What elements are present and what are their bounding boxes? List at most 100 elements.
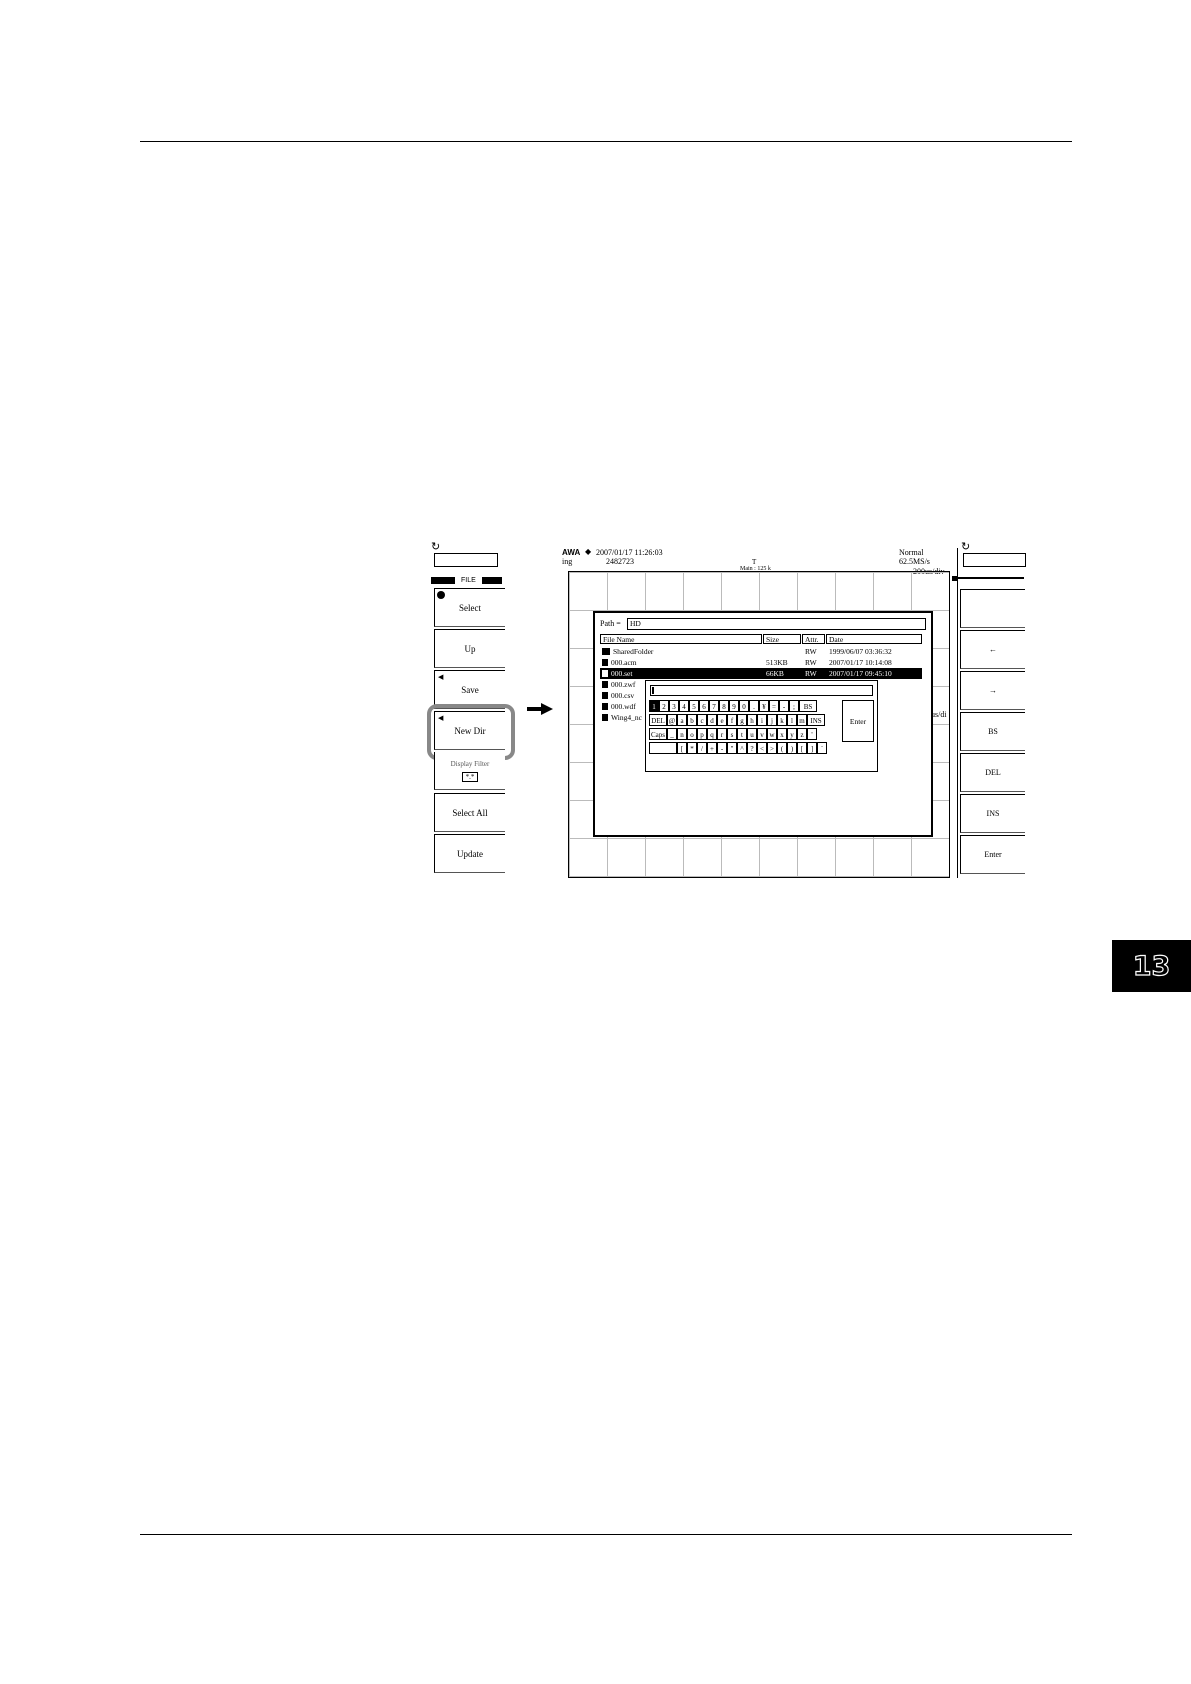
keyboard-key[interactable]: j [767, 714, 777, 726]
keyboard-key[interactable]: n [677, 728, 687, 740]
keyboard-key[interactable]: ( [777, 742, 787, 754]
keyboard-key[interactable]: x [777, 728, 787, 740]
column-date[interactable]: Date [826, 634, 922, 644]
keyboard-key[interactable]: ) [787, 742, 797, 754]
keyboard-key[interactable]: k [777, 714, 787, 726]
keyboard-row: 1 2 3 4 5 6 7 8 9 0. ¥ = -; BS [649, 700, 827, 714]
keyboard-key[interactable]: e [717, 714, 727, 726]
file-row[interactable]: SharedFolder RW 1999/06/07 03:36:32 [600, 646, 922, 657]
keyboard-key[interactable]: l [787, 714, 797, 726]
keyboard-key[interactable]: s [727, 728, 737, 740]
keyboard-key[interactable]: f [727, 714, 737, 726]
keyboard-key[interactable]: d [707, 714, 717, 726]
keyboard-key[interactable]: / [697, 742, 707, 754]
keyboard-key[interactable]: p [697, 728, 707, 740]
select-button[interactable]: Select [434, 588, 505, 627]
column-attr[interactable]: Attr. [802, 634, 825, 644]
file-icon [602, 681, 608, 688]
keyboard-key[interactable]: 6 [699, 700, 709, 712]
keyboard-key[interactable]: [ [797, 742, 807, 754]
menu-header: FILE [431, 576, 502, 585]
keyboard-key[interactable]: c [697, 714, 707, 726]
keyboard-key[interactable]: < [757, 742, 767, 754]
keyboard-key[interactable]: 8 [719, 700, 729, 712]
keyboard-key[interactable]: ' [807, 728, 817, 740]
column-file-name[interactable]: File Name [600, 634, 762, 644]
keyboard-key[interactable]: ; [789, 700, 799, 712]
display-filter-button[interactable]: Display Filter *.* [434, 752, 505, 790]
keyboard-key[interactable]: v [757, 728, 767, 740]
keyboard-key[interactable]: 3 [669, 700, 679, 712]
path-field[interactable]: HD [627, 618, 926, 630]
keyboard-key[interactable]: ¥ [759, 700, 769, 712]
keyboard-key[interactable]: t [737, 728, 747, 740]
insert-button[interactable]: INS [960, 794, 1025, 833]
keyboard-key[interactable]: 5 [689, 700, 699, 712]
keyboard-key[interactable]: 7 [709, 700, 719, 712]
file-icon [602, 670, 608, 677]
keyboard-space-key[interactable] [649, 742, 677, 754]
column-size[interactable]: Size [763, 634, 801, 644]
keyboard-key[interactable]: o [687, 728, 697, 740]
keyboard-key[interactable]: * [687, 742, 697, 754]
timestamp: 2007/01/17 11:26:03 [596, 548, 663, 557]
keyboard-key[interactable]: ` [817, 742, 827, 754]
file-date: 2007/01/17 09:45:10 [829, 669, 892, 678]
up-button[interactable]: Up [434, 629, 505, 668]
display-filter-label: Display Filter [450, 759, 490, 768]
keyboard-key[interactable]: z [797, 728, 807, 740]
keyboard-key[interactable]: - [717, 742, 727, 754]
file-name-text: 000.zwf [611, 680, 636, 689]
keyboard-key[interactable]: 1 [649, 700, 659, 712]
keyboard-bs-key[interactable]: BS [799, 700, 817, 712]
update-label: Update [457, 848, 483, 859]
keyboard-key[interactable]: + [707, 742, 717, 754]
update-button[interactable]: Update [434, 834, 505, 873]
keyboard-key[interactable]: 0 [739, 700, 749, 712]
keyboard-key[interactable]: ^ [737, 742, 747, 754]
blank-softkey[interactable] [960, 589, 1025, 628]
keyboard-key[interactable]: g [737, 714, 747, 726]
delete-button[interactable]: DEL [960, 753, 1025, 792]
keyboard-key[interactable]: " [727, 742, 737, 754]
keyboard-key[interactable]: i [757, 714, 767, 726]
backspace-button[interactable]: BS [960, 712, 1025, 751]
keyboard-key[interactable]: 4 [679, 700, 689, 712]
keyboard-key[interactable]: - [779, 700, 789, 712]
menu-title: FILE [455, 576, 482, 585]
file-date: 2007/01/17 10:14:08 [829, 658, 892, 667]
keyboard-key[interactable]: r [717, 728, 727, 740]
keyboard-key[interactable]: y [787, 728, 797, 740]
keyboard-key[interactable]: a [677, 714, 687, 726]
enter-button[interactable]: Enter [960, 835, 1025, 874]
keyboard-ins-key[interactable]: INS [807, 714, 825, 726]
keyboard-key[interactable]: q [707, 728, 717, 740]
keyboard-del-key[interactable]: DEL [649, 714, 667, 726]
keyboard-key[interactable]: _ [667, 728, 677, 740]
keyboard-key[interactable]: = [769, 700, 779, 712]
keyboard-key[interactable]: m [797, 714, 807, 726]
keyboard-key[interactable]: u [747, 728, 757, 740]
file-row[interactable]: 000.acm 513KB RW 2007/01/17 10:14:08 [600, 657, 922, 668]
keyboard-key[interactable]: ] [807, 742, 817, 754]
keyboard-caps-key[interactable]: Caps [649, 728, 667, 740]
keyboard-key[interactable]: @ [667, 714, 677, 726]
cursor-right-button[interactable]: → [960, 671, 1025, 710]
keyboard-key[interactable]: h [747, 714, 757, 726]
keyboard-key[interactable]: ? [747, 742, 757, 754]
cursor-left-button[interactable]: ← [960, 630, 1025, 669]
up-label: Up [464, 643, 476, 654]
keyboard-key[interactable]: w [767, 728, 777, 740]
file-row[interactable]: 000.set 66KB RW 2007/01/17 09:45:10 [600, 668, 922, 679]
keyboard-input-field[interactable] [650, 685, 873, 696]
keyboard-key[interactable]: [ [677, 742, 687, 754]
keyboard-key[interactable]: . [749, 700, 759, 712]
keyboard-key[interactable]: 9 [729, 700, 739, 712]
select-all-button[interactable]: Select All [434, 793, 505, 832]
keyboard-key[interactable]: b [687, 714, 697, 726]
keyboard-key[interactable]: 2 [659, 700, 669, 712]
jog-value-box [434, 553, 498, 567]
keyboard-enter-key[interactable]: Enter [842, 700, 874, 742]
keyboard-key[interactable]: > [767, 742, 777, 754]
scrollbar-marker [952, 576, 957, 581]
